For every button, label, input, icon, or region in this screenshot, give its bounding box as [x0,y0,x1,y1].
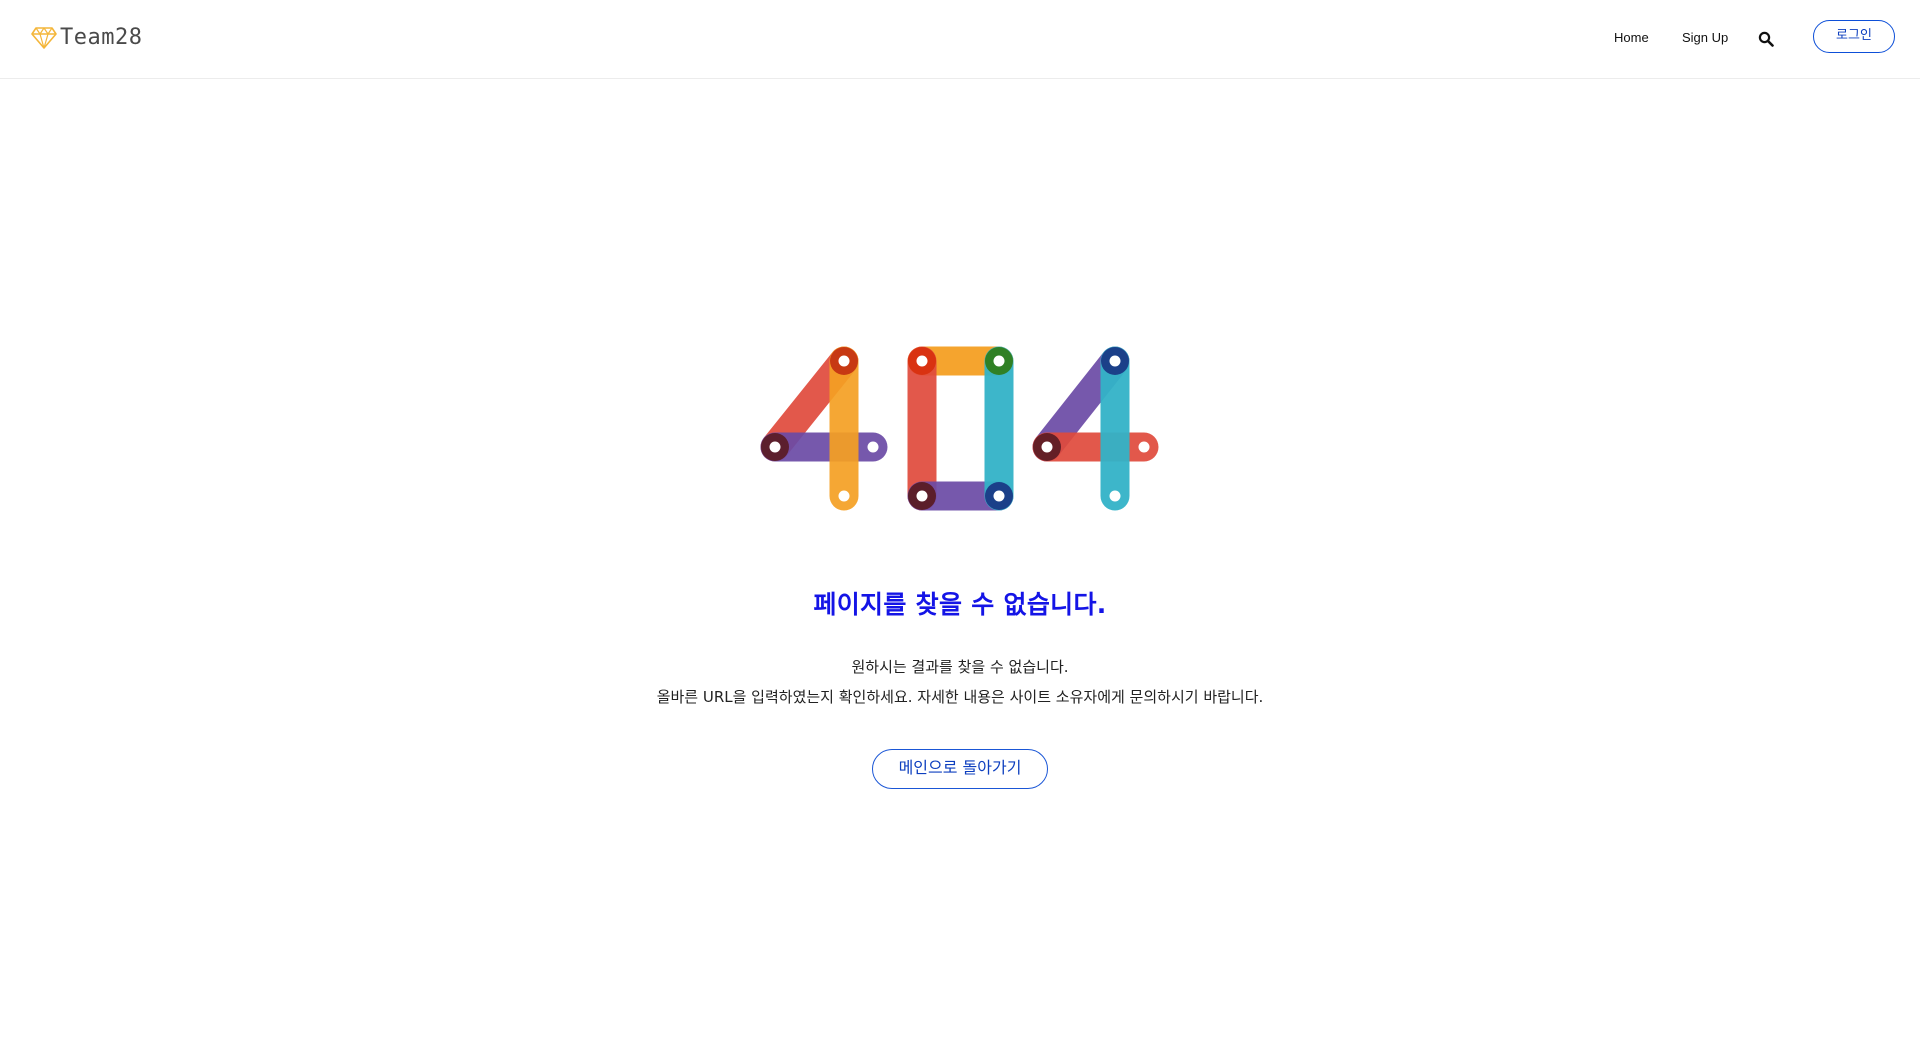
digit-zero [907,346,1014,511]
login-button[interactable]: 로그인 [1813,20,1895,53]
site-logo[interactable]: Team28 [31,25,142,50]
page-title: 페이지를 찾을 수 없습니다. [813,590,1107,619]
error-description-line-2: 올바른 URL을 입력하였는지 확인하세요. 자세한 내용은 사이트 소유자에게… [656,688,1264,706]
logo-text: Team28 [60,25,143,50]
digit-four-left [760,346,888,511]
back-to-main-button[interactable]: 메인으로 돌아가기 [872,749,1048,789]
search-icon[interactable] [1758,31,1774,47]
error-description-line-1: 원하시는 결과를 찾을 수 없습니다. [851,658,1069,676]
error-404-graphic [760,346,1159,511]
digit-four-right [1032,346,1159,511]
nav-signup-link[interactable]: Sign Up [1682,30,1728,45]
site-header: Team28 Home Sign Up 로그인 [0,0,1920,79]
nav-home-link[interactable]: Home [1614,30,1649,45]
diamond-icon [31,26,57,49]
